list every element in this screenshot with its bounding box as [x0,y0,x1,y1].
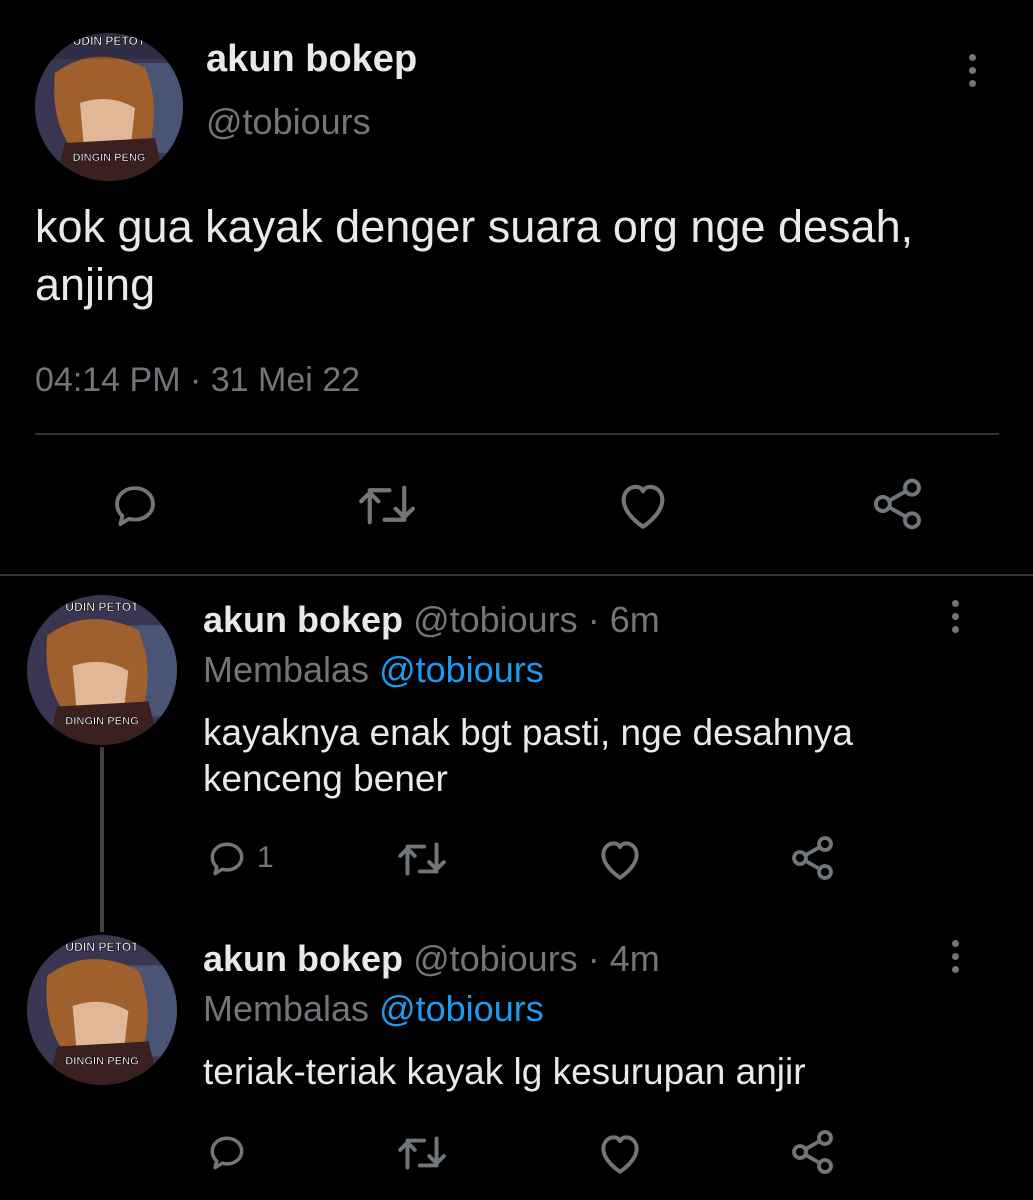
display-name[interactable]: akun bokep [203,938,403,979]
retweet-icon [359,485,415,525]
avatar-caption-top: UDIN PETOT [65,940,139,954]
like-icon [621,484,665,529]
more-icon[interactable] [947,600,963,633]
more-icon[interactable] [964,54,980,87]
reply-count: 1 [257,841,274,874]
section-divider [0,574,1033,576]
thread-connector [100,747,104,932]
share-button[interactable] [789,834,837,882]
avatar-caption-bottom: DINGIN PENG [65,1056,139,1068]
avatar-image: UDIN PETOT DINGIN PENG [27,595,177,745]
like-button[interactable] [595,836,645,882]
user-handle[interactable]: @tobiours [413,599,578,640]
retweet-icon [398,1136,446,1170]
replying-to-link[interactable]: @tobiours [379,649,544,690]
avatar-image: UDIN PETOT DINGIN PENG [27,935,177,1085]
like-button[interactable] [595,1130,645,1176]
tweet-timestamp[interactable]: 04:14 PM · 31 Mei 22 [35,361,360,400]
avatar-caption-bottom: DINGIN PENG [73,152,146,164]
reply-time: · 4m [587,938,660,979]
display-name[interactable]: akun bokep [206,38,417,81]
replying-label: Membalas [203,649,370,690]
avatar-caption-bottom: DINGIN PENG [65,716,139,728]
retweet-button[interactable] [355,480,419,530]
share-icon [873,478,921,530]
reply-icon [115,486,155,527]
user-handle[interactable]: @tobiours [206,101,371,143]
retweet-button[interactable] [395,1132,449,1174]
reply-time: · 6m [587,599,660,640]
avatar[interactable]: UDIN PETOT DINGIN PENG [35,33,183,181]
retweet-icon [398,842,446,876]
avatar-caption-top: UDIN PETOT [73,34,146,48]
user-handle[interactable]: @tobiours [413,938,578,979]
retweet-button[interactable] [395,838,449,880]
reply-header: akun bokep @tobiours · 4m [203,938,660,980]
replying-to: Membalas @tobiours [203,649,544,691]
reply-header: akun bokep @tobiours · 6m [203,599,660,641]
avatar[interactable]: UDIN PETOT DINGIN PENG [27,595,177,745]
tweet-text: kok gua kayak denger suara org nge desah… [35,201,914,310]
replying-label: Membalas [203,988,370,1029]
reply-button[interactable]: 1 [203,836,274,880]
reply-icon [210,842,244,876]
share-icon [792,1130,833,1174]
share-button[interactable] [870,476,926,532]
reply-text: teriak-teriak kayak lg kesurupan anjir [203,1051,806,1092]
divider [35,433,999,435]
avatar-caption-top: UDIN PETOT [65,600,139,614]
replying-to-link[interactable]: @tobiours [379,988,544,1029]
share-icon [792,836,833,880]
reply-icon [210,1136,244,1170]
reply-button[interactable] [106,478,164,532]
like-icon [601,1135,639,1174]
avatar[interactable]: UDIN PETOT DINGIN PENG [27,935,177,1085]
reply-text: kayaknya enak bgt pasti, nge desahnya ke… [203,712,854,799]
like-button[interactable] [614,478,672,532]
reply-button[interactable] [203,1130,257,1174]
replying-to: Membalas @tobiours [203,988,544,1030]
share-button[interactable] [789,1128,837,1176]
more-icon[interactable] [947,940,963,973]
like-icon [601,841,639,880]
display-name[interactable]: akun bokep [203,599,403,640]
avatar-image: UDIN PETOT DINGIN PENG [35,33,183,181]
